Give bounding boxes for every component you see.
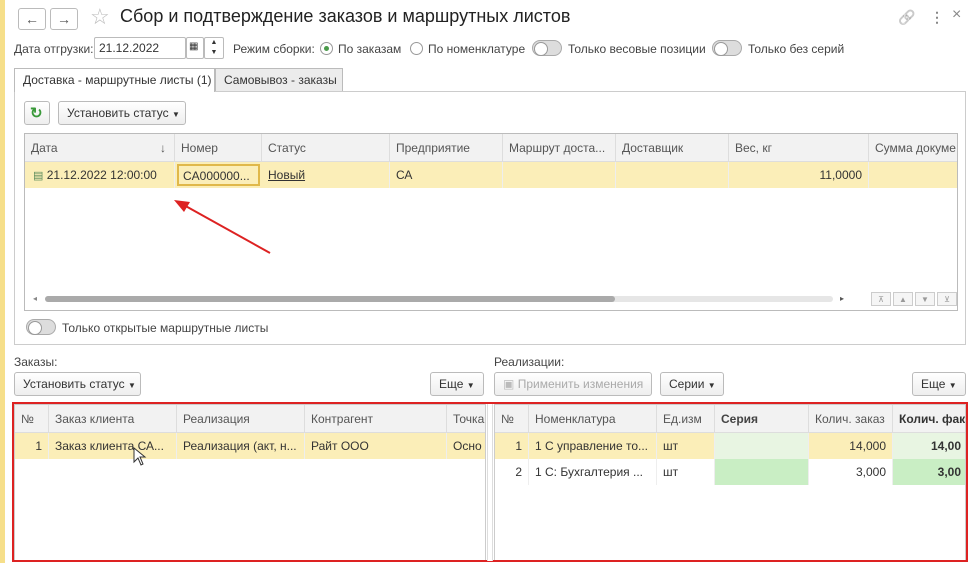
tab-pickup-label: Самовывоз - заказы — [224, 73, 337, 87]
col-weight[interactable]: Вес, кг — [729, 134, 869, 162]
refresh-button[interactable]: ↻ — [24, 101, 50, 125]
sort-down-icon: ↓ — [160, 141, 166, 155]
page-title: Сбор и подтверждение заказов и маршрутны… — [120, 6, 571, 26]
ship-date-label: Дата отгрузки: — [14, 42, 94, 56]
row-enterprise: СА — [390, 162, 503, 188]
forward-icon: → — [57, 11, 71, 27]
mode-label: Режим сборки: — [233, 42, 315, 56]
date-spinner[interactable]: ▲ ▼ — [204, 37, 224, 59]
scroll-bottom-button[interactable]: ⊻ — [937, 292, 957, 306]
orders-label: Заказы: — [14, 355, 58, 369]
row-date: ▤ 21.12.2022 12:00:00 — [25, 162, 175, 188]
chevron-down-icon: ▼ — [948, 381, 957, 390]
row-number[interactable]: CA000000... — [177, 164, 260, 186]
row-weight: 11,0000 — [729, 162, 869, 188]
col-status[interactable]: Статус — [262, 134, 390, 162]
col-enterprise[interactable]: Предприятие — [390, 134, 503, 162]
row-status-link[interactable]: Новый — [262, 162, 390, 188]
orders-set-status-label: Установить статус — [23, 377, 125, 391]
weight-only-toggle[interactable] — [532, 40, 562, 56]
orders-more-label: Еще — [439, 377, 464, 391]
mode-orders-radio[interactable] — [320, 42, 333, 55]
back-button[interactable]: ← — [18, 8, 46, 30]
no-series-label: Только без серий — [748, 42, 845, 56]
mode-nomenclature-label: По номенклатуре — [428, 42, 526, 56]
ship-date-input[interactable]: 21.12.2022 — [94, 37, 186, 59]
routes-set-status-label: Установить статус — [67, 106, 169, 120]
sales-label: Реализации: — [494, 355, 565, 369]
tab-delivery-label: Доставка - маршрутные листы (1) — [23, 73, 212, 87]
apply-changes-label: Применить изменения — [517, 377, 644, 391]
row-date-text: 21.12.2022 12:00:00 — [46, 168, 157, 182]
routes-grid-header: Дата ↓ Номер Статус Предприятие Маршрут д… — [25, 134, 957, 162]
series-label: Серии — [669, 377, 705, 391]
calendar-button[interactable]: ▦ — [186, 37, 204, 59]
left-accent-bar — [0, 0, 5, 563]
col-sum[interactable]: Сумма докуме — [869, 134, 957, 162]
scroll-right-icon[interactable]: ▸ — [840, 294, 844, 303]
mode-nomenclature-radio[interactable] — [410, 42, 423, 55]
weight-only-label: Только весовые позиции — [568, 42, 706, 56]
scroll-up-button[interactable]: ▲ — [893, 292, 913, 306]
open-only-toggle[interactable] — [26, 319, 56, 335]
orders-more-button[interactable]: Еще ▼ — [430, 372, 484, 396]
row-courier — [616, 162, 729, 188]
col-courier[interactable]: Доставщик — [616, 134, 729, 162]
col-date[interactable]: Дата ↓ — [25, 134, 175, 162]
refresh-icon: ↻ — [30, 105, 43, 122]
document-icon: ▤ — [33, 170, 44, 182]
col-date-label: Дата — [31, 141, 58, 155]
close-icon[interactable]: × — [952, 6, 961, 24]
no-series-toggle[interactable] — [712, 40, 742, 56]
sales-more-button[interactable]: Еще ▼ — [912, 372, 966, 396]
sales-more-label: Еще — [921, 377, 946, 391]
scroll-left-icon[interactable]: ◂ — [33, 294, 37, 303]
chevron-down-icon: ▼ — [127, 381, 136, 390]
chevron-down-icon: ▼ — [707, 381, 716, 390]
spinner-arrows-icon: ▲ ▼ — [210, 39, 218, 56]
series-button[interactable]: Серии ▼ — [660, 372, 724, 396]
calendar-icon: ▦ — [189, 41, 199, 52]
annotation-arrow — [174, 200, 271, 254]
table-row[interactable]: ▤ 21.12.2022 12:00:00 CA000000... Новый … — [25, 162, 957, 188]
scroll-top-button[interactable]: ⊼ — [871, 292, 891, 306]
chevron-down-icon: ▼ — [171, 110, 180, 119]
scroll-down-button[interactable]: ▼ — [915, 292, 935, 306]
open-only-label: Только открытые маршрутные листы — [62, 321, 269, 335]
col-number[interactable]: Номер — [175, 134, 262, 162]
mode-orders-label: По заказам — [338, 42, 402, 56]
row-route — [503, 162, 616, 188]
forward-button[interactable]: → — [50, 8, 78, 30]
apply-changes-button[interactable]: ▣ Применить изменения — [494, 372, 652, 396]
panel-splitter[interactable] — [487, 404, 493, 561]
tab-delivery[interactable]: Доставка - маршрутные листы (1) — [14, 68, 215, 92]
orders-set-status-button[interactable]: Установить статус ▼ — [14, 372, 141, 396]
save-icon: ▣ — [503, 377, 515, 391]
link-icon[interactable]: 🔗 — [898, 9, 915, 26]
tab-pickup[interactable]: Самовывоз - заказы — [215, 68, 343, 92]
more-icon[interactable]: ⋮ — [930, 9, 944, 26]
routes-set-status-button[interactable]: Установить статус ▼ — [58, 101, 186, 125]
row-sum — [869, 162, 957, 188]
back-icon: ← — [25, 11, 39, 27]
star-icon[interactable]: ☆ — [90, 4, 110, 30]
col-route[interactable]: Маршрут доста... — [503, 134, 616, 162]
horizontal-scrollbar-thumb[interactable] — [45, 296, 615, 302]
chevron-down-icon: ▼ — [466, 381, 475, 390]
